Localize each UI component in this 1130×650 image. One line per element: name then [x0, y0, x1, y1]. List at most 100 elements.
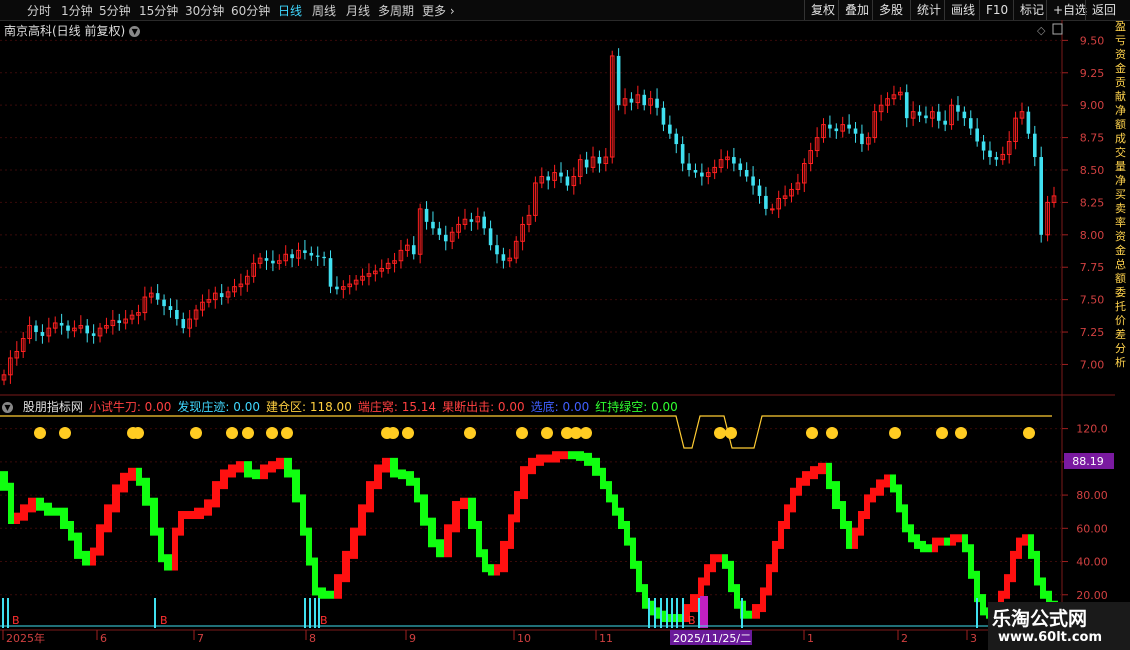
candle-body [732, 157, 736, 164]
oscillator-step [194, 507, 204, 520]
candle-body [1039, 157, 1043, 235]
oscillator-step [528, 457, 536, 475]
oscillator-step [500, 540, 508, 573]
oscillator-step [172, 527, 178, 571]
candle-body [860, 133, 864, 145]
price-label-5: 8.25 [1080, 196, 1105, 209]
watermark-main: 乐淘公式网 [992, 608, 1088, 630]
oscillator-step [536, 454, 544, 466]
candle-body [994, 157, 999, 160]
date-label-4: 9 [409, 632, 416, 645]
oscillator-step [508, 514, 514, 549]
smiley-icon [59, 427, 71, 439]
smiley-icon [387, 427, 399, 439]
buy-signal-label: B [320, 614, 328, 627]
indicator-label-4: 40.00 [1076, 556, 1108, 569]
signal-bar [660, 598, 662, 628]
candle-body [764, 195, 768, 209]
smiley-icon [725, 427, 737, 439]
oscillator-step [914, 534, 920, 549]
candle-body [757, 185, 762, 196]
chevron-down-icon[interactable]: ▼ [2, 402, 13, 413]
oscillator-step [112, 484, 120, 513]
smiley-icon [580, 427, 592, 439]
oscillator-step [520, 466, 528, 500]
oscillator-step [436, 539, 444, 558]
candle-body [495, 245, 499, 255]
indicator-title: ▼ 股朋指标网 小试牛刀: 0.00 发现庄迹: 0.00 建仓区: 118.00 端庄… [2, 398, 684, 415]
oscillator-step [236, 461, 244, 473]
oscillator-step [612, 494, 618, 516]
oscillator-step [0, 471, 8, 491]
candle-body [693, 170, 698, 173]
signal-bar [700, 596, 708, 628]
smiley-icon [936, 427, 948, 439]
price-label-1: 9.25 [1080, 67, 1105, 80]
candle-body [168, 306, 173, 310]
price-label-8: 7.50 [1080, 294, 1105, 307]
oscillator-step [300, 494, 306, 536]
candle-body [219, 293, 224, 298]
candle-body [303, 250, 307, 253]
date-label-9: 2 [901, 632, 908, 645]
oscillator-step [902, 504, 908, 533]
oscillator-step [90, 547, 96, 566]
oscillator-step [414, 477, 420, 503]
candle-body [828, 124, 832, 129]
smiley-icon [1023, 427, 1035, 439]
oscillator-step [482, 549, 488, 573]
candle-body [469, 219, 474, 222]
indicator-item-3: 端庄窝: 15.14 [357, 400, 437, 414]
oscillator-step [68, 520, 74, 541]
indicator-item-2: 建仓区: 118.00 [265, 400, 352, 414]
oscillator-step [704, 564, 710, 586]
oscillator-step [962, 534, 968, 553]
oscillator-step [884, 474, 890, 488]
oscillator-step [406, 471, 414, 486]
indicator-label-3: 60.00 [1076, 522, 1108, 535]
oscillator-step [312, 557, 318, 596]
candle-body [642, 94, 647, 106]
oscillator-step [452, 501, 460, 533]
candle-body [501, 254, 506, 261]
watermark-url: www.60lt.com [998, 630, 1103, 645]
oscillator-step [1028, 534, 1034, 559]
oscillator-step [212, 481, 220, 508]
candle-body [175, 310, 179, 320]
oscillator-step [944, 537, 950, 546]
oscillator-step [560, 451, 568, 460]
oscillator-step [920, 540, 926, 553]
oscillator-step [36, 497, 44, 511]
candle-body [315, 255, 320, 257]
indicator-item-0: 小试牛刀: 0.00 [88, 400, 172, 414]
oscillator-step [876, 479, 884, 496]
signal-bar [741, 598, 743, 628]
oscillator-step [870, 487, 876, 503]
smiley-icon [826, 427, 838, 439]
buy-signal-label: B [160, 614, 168, 627]
oscillator-step [1040, 577, 1046, 599]
oscillator-step [20, 504, 28, 521]
signal-bar [976, 598, 978, 628]
oscillator-step [374, 464, 382, 490]
oscillator-step [1034, 550, 1040, 586]
date-label-1: 6 [100, 632, 107, 645]
candle-body [162, 299, 166, 307]
oscillator-step [204, 499, 212, 516]
signal-bar [648, 598, 650, 628]
oscillator-step [8, 482, 14, 524]
candle-body [328, 258, 333, 287]
buy-signal-label: B [12, 614, 20, 627]
candle-body [769, 208, 775, 211]
candle-body [482, 216, 486, 229]
date-label-6: 11 [599, 632, 613, 645]
candle-body [431, 221, 435, 229]
oscillator-step [630, 537, 636, 569]
indicator-item-5: 选底: 0.00 [530, 400, 590, 414]
smiley-icon [541, 427, 553, 439]
oscillator-step [890, 474, 896, 493]
oscillator-step [460, 497, 468, 510]
candle-body [744, 170, 749, 177]
indicator-name: 股朋指标网 [19, 400, 83, 414]
candle-body [117, 320, 122, 323]
